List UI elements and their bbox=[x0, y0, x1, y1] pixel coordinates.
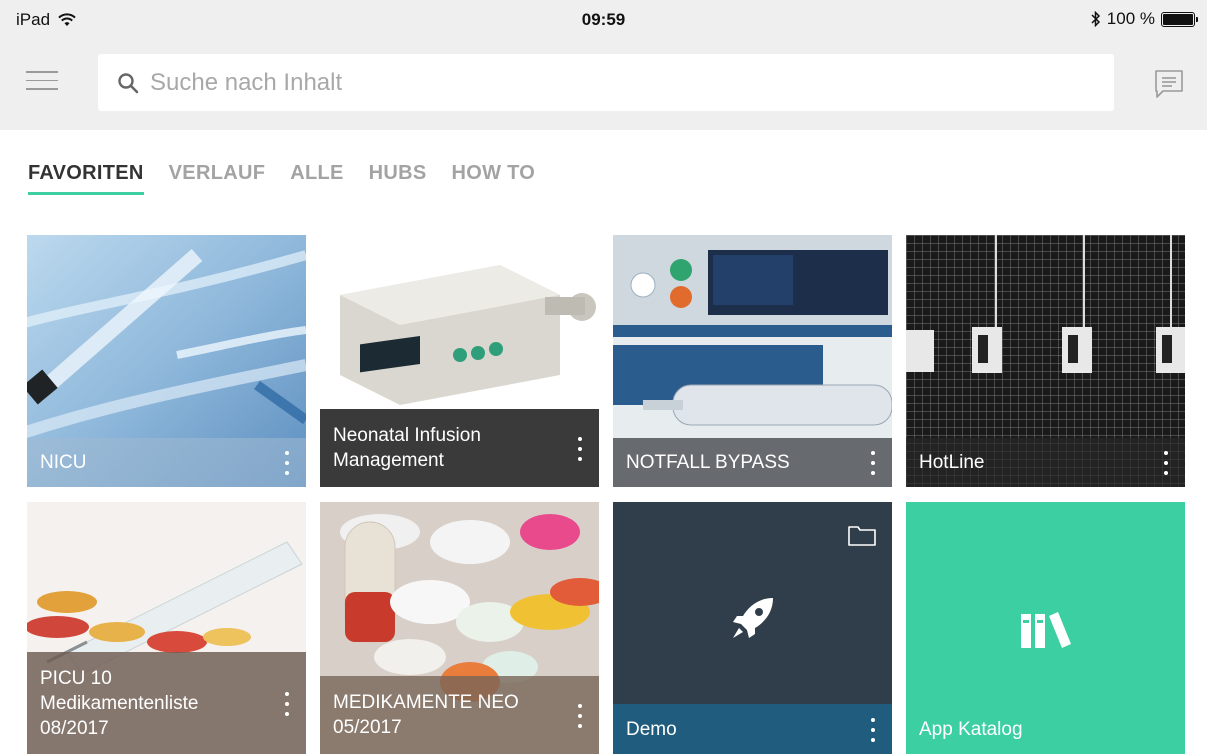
tile-medikamente-neo[interactable]: MEDIKAMENTE NEO 05/2017 bbox=[320, 502, 599, 754]
bluetooth-icon bbox=[1091, 11, 1100, 27]
battery-icon bbox=[1161, 11, 1198, 27]
more-options-icon[interactable] bbox=[575, 704, 585, 728]
tile-title: App Katalog bbox=[919, 719, 1023, 740]
tab-verlauf[interactable]: VERLAUF bbox=[169, 162, 266, 195]
more-options-icon[interactable] bbox=[282, 692, 292, 716]
tile-title: NICU bbox=[40, 452, 87, 473]
more-options-icon[interactable] bbox=[282, 451, 292, 475]
search-input[interactable] bbox=[150, 68, 1050, 97]
more-options-icon[interactable] bbox=[1161, 451, 1171, 475]
tab-hubs[interactable]: HUBS bbox=[369, 162, 427, 195]
tile-nicu[interactable]: NICU bbox=[27, 235, 306, 487]
tab-favoriten[interactable]: FAVORITEN bbox=[28, 162, 144, 195]
tile-caption: NICU bbox=[27, 438, 306, 487]
folder-icon bbox=[848, 526, 876, 546]
battery-percent: 100 % bbox=[1106, 9, 1155, 28]
status-bar: iPad 09:59 100 % bbox=[0, 0, 1207, 44]
tab-alle[interactable]: ALLE bbox=[290, 162, 343, 195]
books-icon bbox=[1020, 612, 1071, 648]
top-bar bbox=[0, 44, 1207, 130]
tile-title: PICU 10 Medikamentenliste 08/2017 bbox=[40, 668, 199, 739]
tile-demo[interactable]: Demo bbox=[613, 502, 892, 754]
more-options-icon[interactable] bbox=[868, 451, 878, 475]
tile-caption: App Katalog bbox=[906, 705, 1185, 754]
tab-how-to[interactable]: HOW TO bbox=[452, 162, 536, 195]
tile-caption: Demo bbox=[613, 704, 892, 754]
status-right: 100 % bbox=[1091, 9, 1198, 29]
tile-title: Neonatal Infusion Management bbox=[333, 425, 481, 471]
tile-neonatal-infusion[interactable]: Neonatal Infusion Management bbox=[320, 235, 599, 487]
status-time: 09:59 bbox=[581, 10, 626, 29]
tile-caption: NOTFALL BYPASS bbox=[613, 438, 892, 487]
rocket-icon bbox=[732, 598, 773, 638]
tile-caption: MEDIKAMENTE NEO 05/2017 bbox=[320, 676, 599, 754]
more-options-icon[interactable] bbox=[868, 718, 878, 742]
tile-hotline[interactable]: HotLine bbox=[906, 235, 1185, 487]
more-options-icon[interactable] bbox=[575, 437, 585, 461]
chat-icon[interactable] bbox=[1153, 68, 1185, 100]
tile-app-katalog[interactable]: App Katalog bbox=[906, 502, 1185, 754]
hamburger-menu-icon[interactable] bbox=[26, 71, 58, 97]
tile-caption: PICU 10 Medikamentenliste 08/2017 bbox=[27, 652, 306, 754]
tile-title: Demo bbox=[626, 719, 677, 740]
tile-title: MEDIKAMENTE NEO 05/2017 bbox=[333, 692, 519, 738]
tab-bar: FAVORITEN VERLAUF ALLE HUBS HOW TO bbox=[28, 162, 535, 195]
tile-notfall-bypass[interactable]: NOTFALL BYPASS bbox=[613, 235, 892, 487]
tile-caption: Neonatal Infusion Management bbox=[320, 409, 599, 487]
tile-title: NOTFALL BYPASS bbox=[626, 452, 790, 473]
tile-title: HotLine bbox=[919, 452, 985, 473]
tile-caption: HotLine bbox=[906, 438, 1185, 487]
search-icon bbox=[118, 72, 139, 93]
tile-picu-10[interactable]: PICU 10 Medikamentenliste 08/2017 bbox=[27, 502, 306, 754]
search-box[interactable] bbox=[98, 54, 1114, 111]
